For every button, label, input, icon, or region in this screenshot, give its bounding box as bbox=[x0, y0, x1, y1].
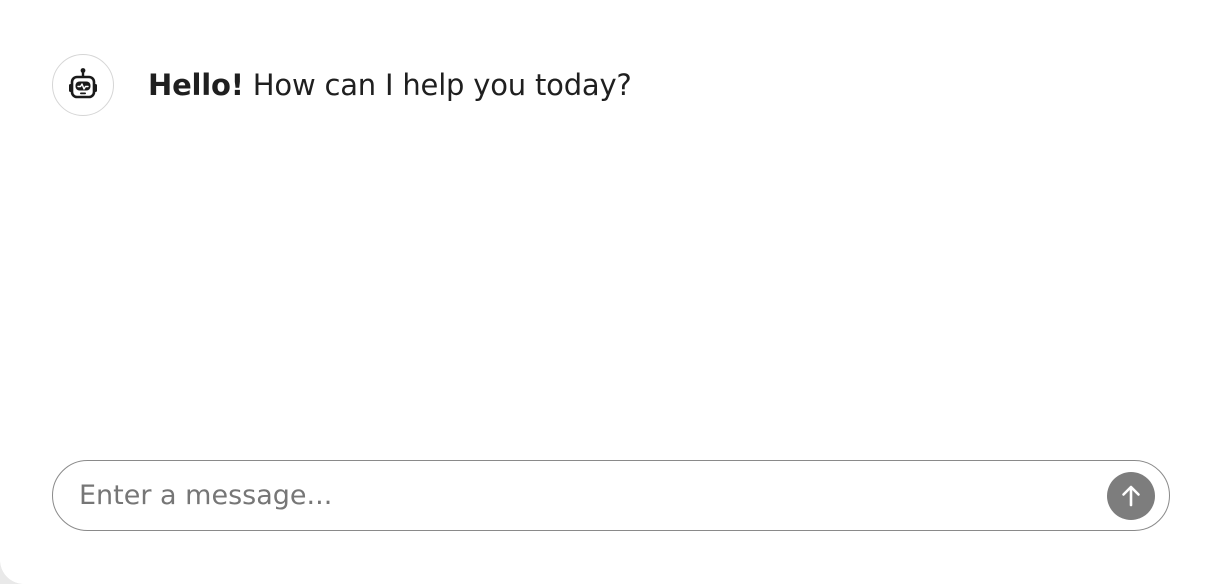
chat-window: Hello! How can I help you today? bbox=[0, 0, 1216, 584]
robot-icon bbox=[69, 68, 97, 99]
message-composer bbox=[52, 460, 1170, 531]
send-button[interactable] bbox=[1107, 472, 1155, 520]
message-body: How can I help you today? bbox=[243, 68, 632, 102]
message-greeting: Hello! bbox=[148, 68, 244, 102]
message-text: Hello! How can I help you today? bbox=[148, 68, 632, 102]
assistant-message: Hello! How can I help you today? bbox=[52, 54, 632, 116]
assistant-avatar bbox=[52, 54, 114, 116]
message-input[interactable] bbox=[79, 461, 1079, 529]
window-corner bbox=[0, 560, 24, 584]
arrow-up-icon bbox=[1122, 485, 1140, 507]
